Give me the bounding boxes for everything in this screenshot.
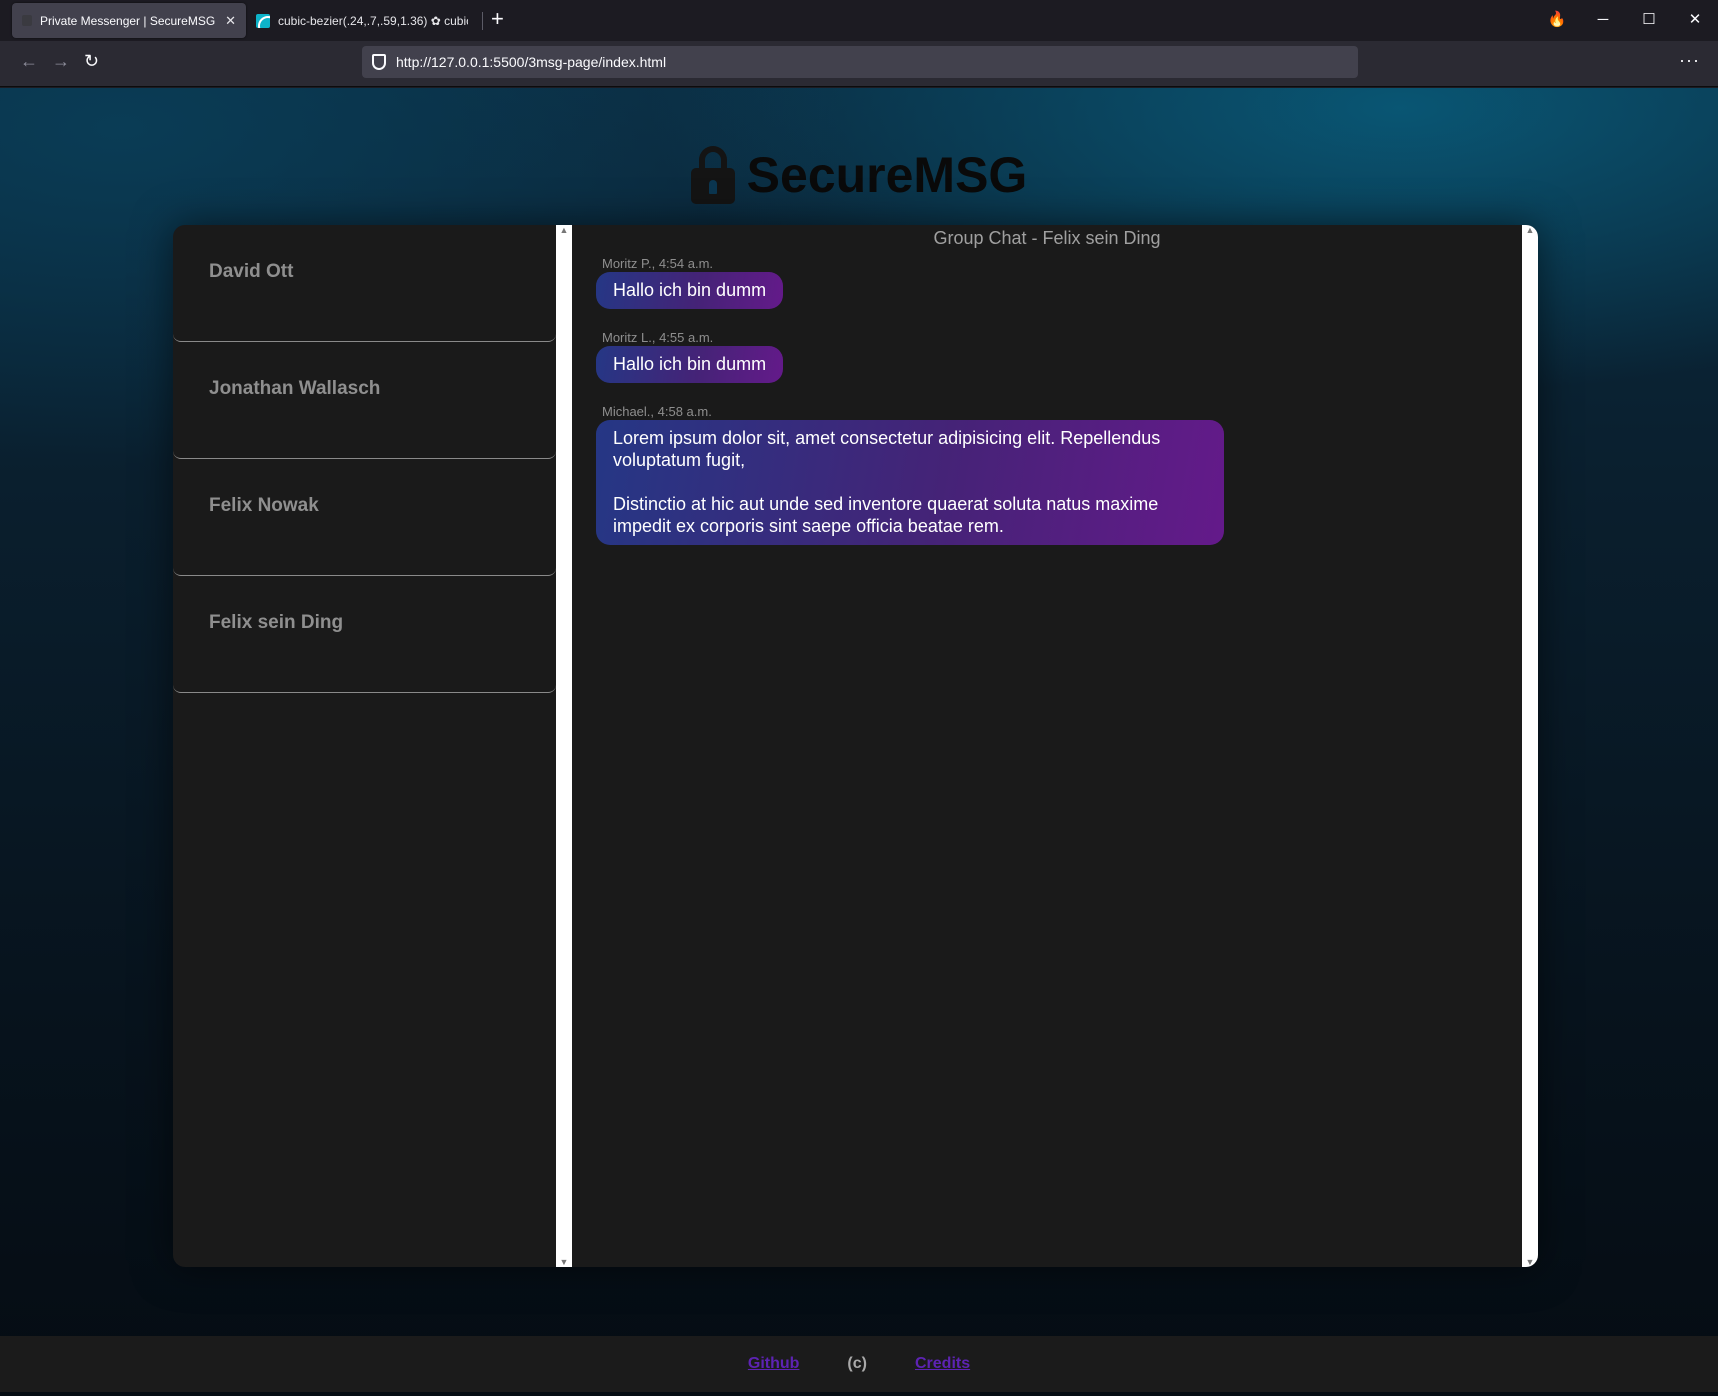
message: Michael., 4:58 a.m. Lorem ipsum dolor si… [596,404,1224,545]
contact-item[interactable]: Jonathan Wallasch [173,342,556,459]
contact-list: David Ott Jonathan Wallasch Felix Nowak … [173,225,556,1267]
fire-icon[interactable]: 🔥 [1534,10,1580,28]
url-text[interactable]: http://127.0.0.1:5500/3msg-page/index.ht… [396,54,666,70]
tab-close-icon[interactable]: ✕ [225,13,236,29]
close-window-button[interactable]: ✕ [1672,10,1718,28]
scroll-up-arrow-icon[interactable]: ▲ [1526,225,1535,235]
contact-item[interactable]: David Ott [173,225,556,342]
maximize-button[interactable]: ☐ [1626,10,1672,28]
scroll-down-arrow-icon[interactable]: ▼ [1526,1257,1535,1267]
message-text: Hallo ich bin dumm [613,354,767,374]
page-footer: Github (c) Credits [0,1336,1718,1392]
message-meta: Moritz L., 4:55 a.m. [602,330,714,345]
new-tab-button[interactable]: + [491,6,504,32]
tab-securemsg[interactable]: Private Messenger | SecureMSG ✕ [12,3,246,38]
contact-item[interactable]: Felix Nowak [173,459,556,576]
message-bubble: Hallo ich bin dumm [596,272,784,309]
lock-icon [690,146,735,204]
minimize-button[interactable]: ─ [1580,11,1626,28]
tab-title: Private Messenger | SecureMSG [40,13,216,28]
reload-button[interactable]: ↻ [84,51,99,72]
credits-link[interactable]: Credits [915,1355,970,1373]
message-bubble: Lorem ipsum dolor sit, amet consectetur … [596,420,1224,545]
menu-button[interactable]: ··· [1679,50,1700,71]
message-bubble: Hallo ich bin dumm [596,346,784,383]
messenger-panel: David Ott Jonathan Wallasch Felix Nowak … [173,225,1538,1267]
back-button[interactable]: ← [20,51,38,72]
cubic-bezier-favicon-icon [256,13,270,28]
address-bar[interactable]: http://127.0.0.1:5500/3msg-page/index.ht… [362,46,1358,78]
chat-scrollbar[interactable]: ▲ ▼ [1522,225,1538,1267]
browser-tab-bar: Private Messenger | SecureMSG ✕ cubic-be… [0,0,1718,41]
copyright-text: (c) [847,1355,867,1372]
app-header: SecureMSG [0,146,1718,204]
message: Moritz L., 4:55 a.m. Hallo ich bin dumm [596,330,784,383]
message-text: Hallo ich bin dumm [613,280,767,300]
tab-divider [482,12,483,30]
chat-area: Group Chat - Felix sein Ding Moritz P., … [572,225,1522,1267]
shield-icon[interactable] [372,54,386,70]
scroll-up-arrow-icon[interactable]: ▲ [560,225,569,235]
forward-button[interactable]: → [52,51,70,72]
window-controls: 🔥 ─ ☐ ✕ [1534,0,1718,38]
contact-item[interactable]: Felix sein Ding [173,576,556,693]
contact-list-scrollbar[interactable]: ▲ ▼ [556,225,572,1267]
tab-title: cubic-bezier(.24,.7,.59,1.36) ✿ cubic-b… [278,13,468,28]
github-link[interactable]: Github [748,1355,800,1373]
message-text: Lorem ipsum dolor sit, amet consectetur … [613,428,1161,470]
message-text: Distinctio at hic aut unde sed inventore… [613,494,1159,536]
scroll-down-arrow-icon[interactable]: ▼ [560,1257,569,1267]
lock-favicon-icon [22,15,32,26]
browser-toolbar: ← → ↻ http://127.0.0.1:5500/3msg-page/in… [0,41,1718,87]
message-meta: Moritz P., 4:54 a.m. [602,256,714,271]
chat-title: Group Chat - Felix sein Ding [933,228,1161,248]
message: Moritz P., 4:54 a.m. Hallo ich bin dumm [596,256,784,309]
message-meta: Michael., 4:58 a.m. [602,404,712,419]
tab-cubic-bezier[interactable]: cubic-bezier(.24,.7,.59,1.36) ✿ cubic-b… [246,3,478,38]
page-content: SecureMSG David Ott Jonathan Wallasch Fe… [0,88,1718,1396]
app-title: SecureMSG [746,147,1028,203]
